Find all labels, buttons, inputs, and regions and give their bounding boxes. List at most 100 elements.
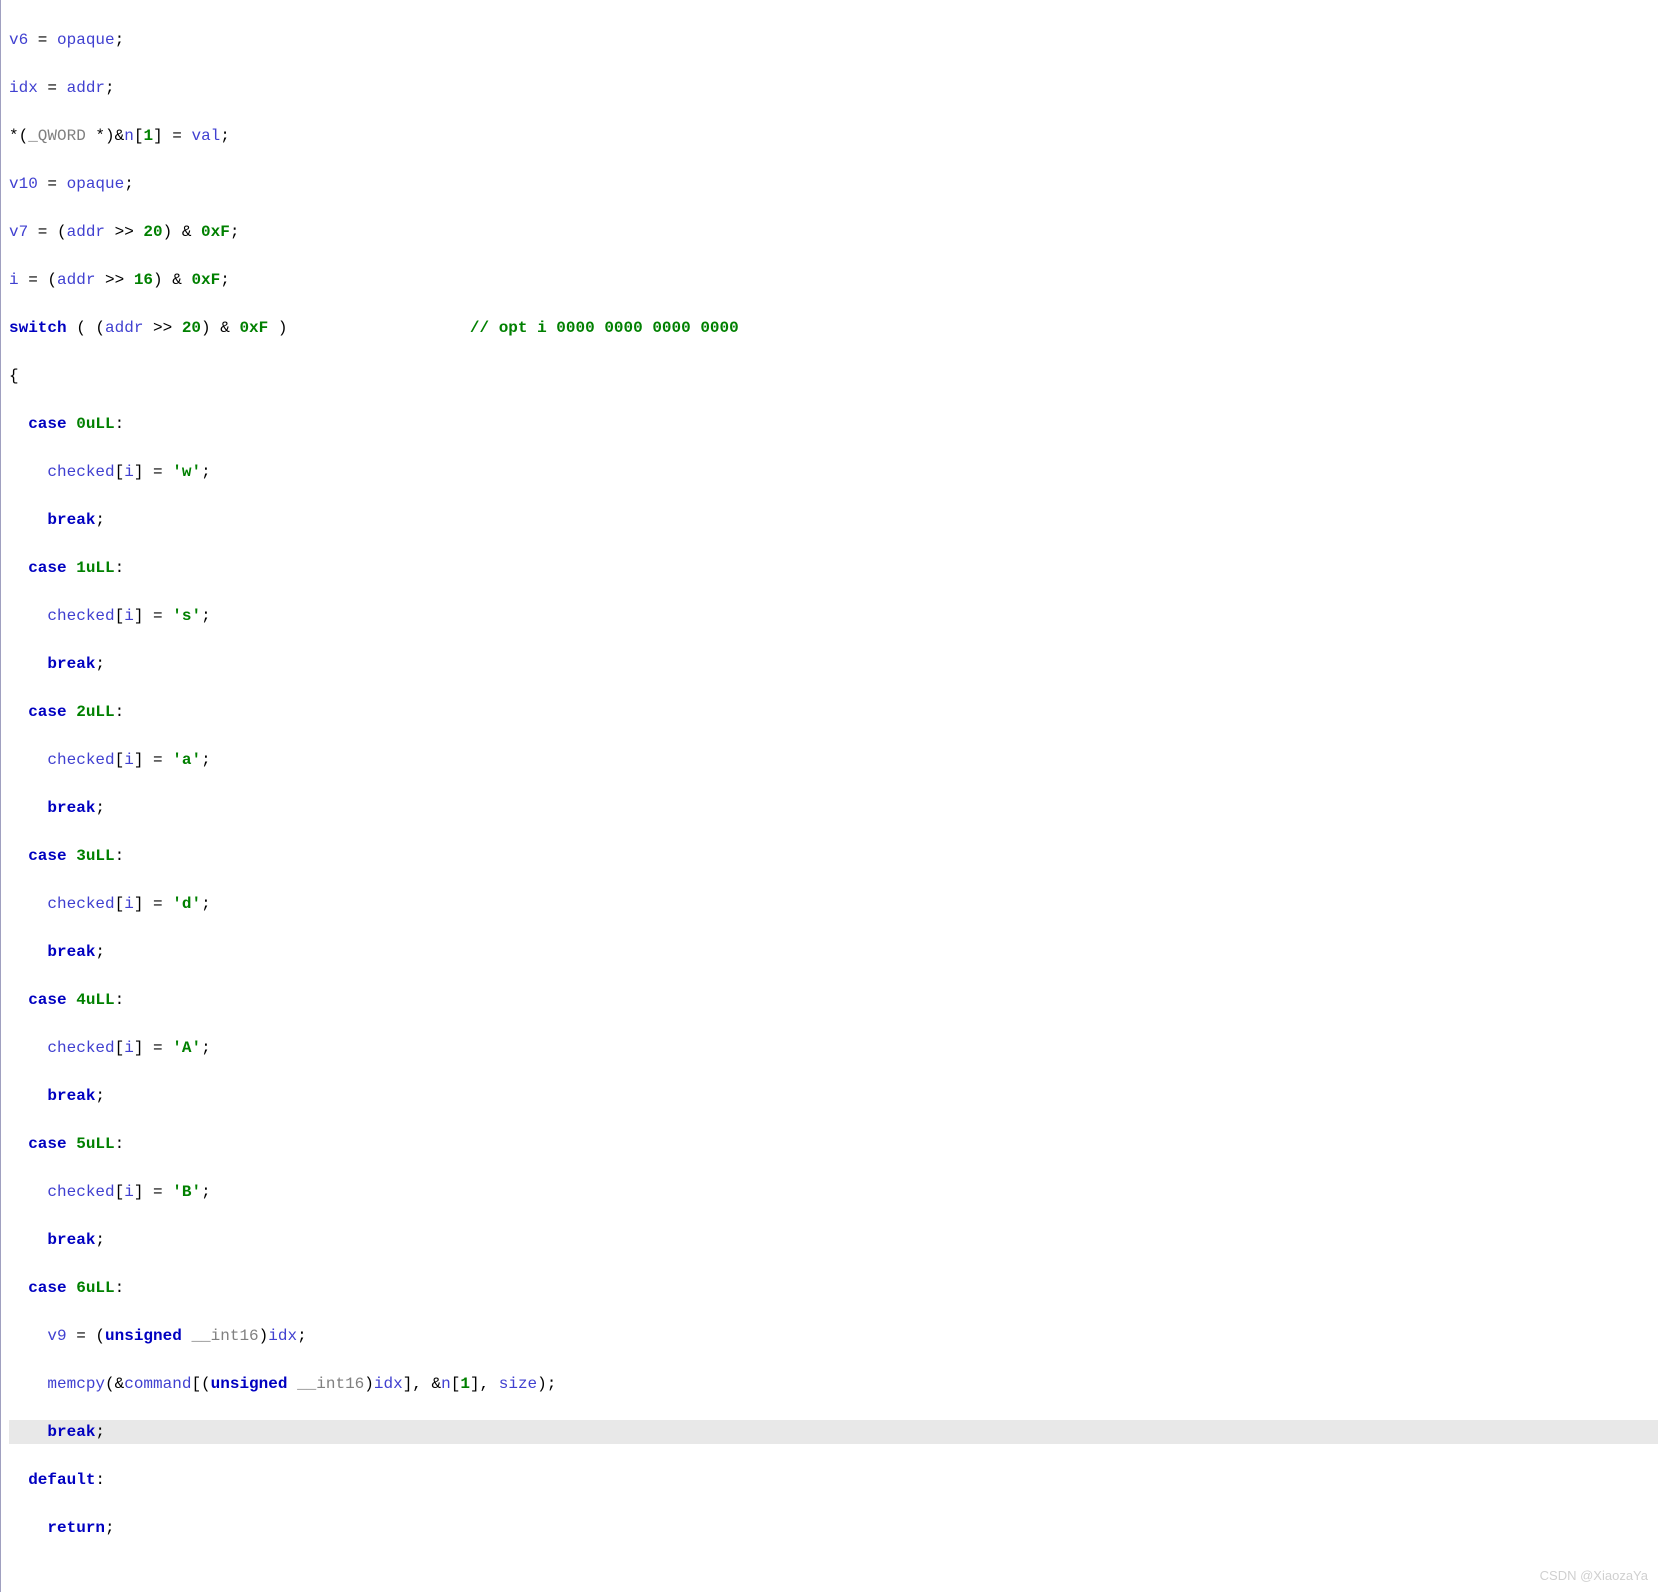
type: __int16 (297, 1375, 364, 1393)
identifier: idx (9, 79, 38, 97)
char-literal: 'a' (172, 751, 201, 769)
number: 6uLL (76, 1279, 114, 1297)
number: 20 (143, 223, 162, 241)
identifier: n (124, 127, 134, 145)
identifier: v6 (9, 31, 28, 49)
identifier: i (124, 607, 134, 625)
code-line: checked[i] = 'a'; (9, 748, 1658, 772)
number: 16 (134, 271, 153, 289)
code-line: case 5uLL: (9, 1132, 1658, 1156)
identifier: val (191, 127, 220, 145)
keyword-case: case (28, 415, 66, 433)
number: 1 (143, 127, 153, 145)
number: 5uLL (76, 1135, 114, 1153)
identifier: addr (67, 79, 105, 97)
code-line: default: (9, 1468, 1658, 1492)
code-line: case 1uLL: (9, 556, 1658, 580)
identifier: v7 (9, 223, 28, 241)
identifier: v10 (9, 175, 38, 193)
code-line: { (9, 364, 1658, 388)
identifier: i (9, 271, 19, 289)
code-line: checked[i] = 'B'; (9, 1180, 1658, 1204)
comment: // opt i 0000 0000 0000 0000 (470, 319, 739, 337)
number: 0uLL (76, 415, 114, 433)
keyword-break: break (47, 655, 95, 673)
char-literal: 'd' (172, 895, 201, 913)
identifier: addr (67, 223, 105, 241)
code-line: break; (9, 1084, 1658, 1108)
identifier: i (124, 751, 134, 769)
number: 20 (182, 319, 201, 337)
number: 2uLL (76, 703, 114, 721)
identifier: v9 (47, 1327, 66, 1345)
watermark: CSDN @XiaozaYa (1540, 1564, 1648, 1588)
code-line: checked[i] = 'd'; (9, 892, 1658, 916)
identifier: i (124, 1039, 134, 1057)
identifier: checked (47, 1183, 114, 1201)
keyword-switch: switch (9, 319, 67, 337)
identifier: idx (374, 1375, 403, 1393)
identifier: opaque (57, 31, 115, 49)
identifier: checked (47, 895, 114, 913)
code-line: case 4uLL: (9, 988, 1658, 1012)
code-line: case 3uLL: (9, 844, 1658, 868)
type: __int16 (191, 1327, 258, 1345)
identifier: size (499, 1375, 537, 1393)
code-line: checked[i] = 'A'; (9, 1036, 1658, 1060)
keyword-case: case (28, 1279, 66, 1297)
identifier: command (124, 1375, 191, 1393)
keyword-case: case (28, 1135, 66, 1153)
type: unsigned (211, 1375, 297, 1393)
code-line: idx = addr; (9, 76, 1658, 100)
identifier: opaque (67, 175, 125, 193)
identifier: i (124, 1183, 134, 1201)
keyword-break: break (47, 1087, 95, 1105)
char-literal: 'A' (172, 1039, 201, 1057)
number: 0xF (191, 271, 220, 289)
brace: { (9, 367, 19, 385)
keyword-case: case (28, 559, 66, 577)
code-line: break; (9, 940, 1658, 964)
code-line-highlighted: break; (9, 1420, 1658, 1444)
keyword-case: case (28, 847, 66, 865)
code-line: break; (9, 796, 1658, 820)
identifier: i (124, 463, 134, 481)
code-line: memcpy(&command[(unsigned __int16)idx], … (9, 1372, 1658, 1396)
type: _QWORD (28, 127, 95, 145)
keyword-break: break (47, 943, 95, 961)
identifier: checked (47, 463, 114, 481)
number: 0xF (201, 223, 230, 241)
char-literal: 's' (172, 607, 201, 625)
identifier: checked (47, 607, 114, 625)
identifier: n (441, 1375, 451, 1393)
keyword-break: break (47, 799, 95, 817)
code-line: case 2uLL: (9, 700, 1658, 724)
identifier: checked (47, 1039, 114, 1057)
identifier: checked (47, 751, 114, 769)
identifier: addr (57, 271, 95, 289)
keyword-return: return (47, 1519, 105, 1537)
keyword-default: default (28, 1471, 95, 1489)
code-line: break; (9, 652, 1658, 676)
code-line: v9 = (unsigned __int16)idx; (9, 1324, 1658, 1348)
function-call: memcpy (47, 1375, 105, 1393)
code-line: checked[i] = 'w'; (9, 460, 1658, 484)
number: 1uLL (76, 559, 114, 577)
code-line: case 0uLL: (9, 412, 1658, 436)
number: 4uLL (76, 991, 114, 1009)
code-line: return; (9, 1516, 1658, 1540)
identifier: addr (105, 319, 143, 337)
keyword-break: break (47, 1231, 95, 1249)
code-line: i = (addr >> 16) & 0xF; (9, 268, 1658, 292)
keyword-case: case (28, 991, 66, 1009)
code-line: v7 = (addr >> 20) & 0xF; (9, 220, 1658, 244)
identifier: i (124, 895, 134, 913)
code-line: break; (9, 508, 1658, 532)
code-line: checked[i] = 's'; (9, 604, 1658, 628)
code-line: *(_QWORD *)&n[1] = val; (9, 124, 1658, 148)
keyword-break: break (47, 1423, 95, 1441)
keyword-case: case (28, 703, 66, 721)
code-line: switch ( (addr >> 20) & 0xF ) // opt i 0… (9, 316, 1658, 340)
identifier: idx (268, 1327, 297, 1345)
code-line: v10 = opaque; (9, 172, 1658, 196)
